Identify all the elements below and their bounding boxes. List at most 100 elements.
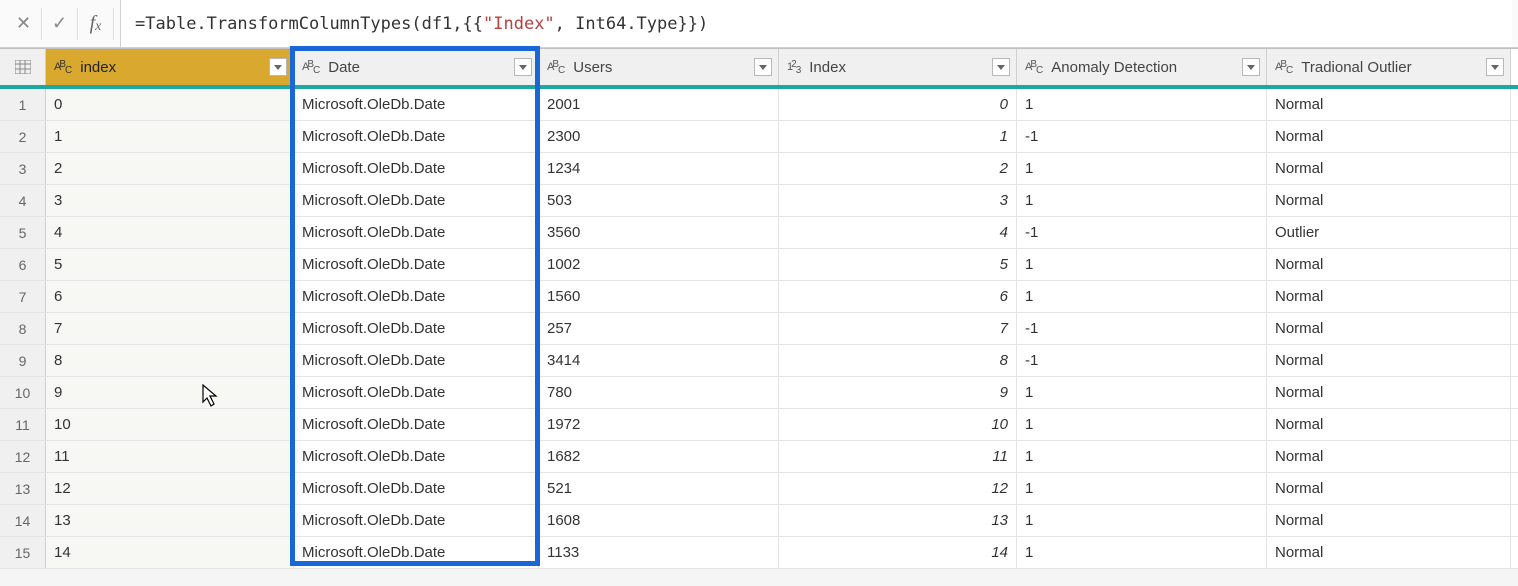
cell-users[interactable]: 1002 [539,249,779,280]
cell-date[interactable]: Microsoft.OleDb.Date [294,505,539,536]
table-row[interactable]: 10Microsoft.OleDb.Date200101Normal [0,89,1518,121]
row-number[interactable]: 11 [0,409,46,440]
column-header-anomaly[interactable]: B Anomaly Detection [1017,49,1267,85]
cell-date[interactable]: Microsoft.OleDb.Date [294,537,539,568]
cell-anomaly[interactable]: -1 [1017,345,1267,376]
cell-index[interactable]: 14 [46,537,294,568]
cell-anomaly[interactable]: 1 [1017,89,1267,120]
table-row[interactable]: 109Microsoft.OleDb.Date78091Normal [0,377,1518,409]
table-row[interactable]: 87Microsoft.OleDb.Date2577-1Normal [0,313,1518,345]
cell-idx[interactable]: 0 [779,89,1017,120]
cell-index[interactable]: 0 [46,89,294,120]
cell-index[interactable]: 9 [46,377,294,408]
cell-date[interactable]: Microsoft.OleDb.Date [294,409,539,440]
column-header-index-int[interactable]: 2 Index [779,49,1017,85]
cell-users[interactable]: 521 [539,473,779,504]
row-number[interactable]: 9 [0,345,46,376]
cell-idx[interactable]: 10 [779,409,1017,440]
cell-outlier[interactable]: Normal [1267,153,1511,184]
cell-idx[interactable]: 6 [779,281,1017,312]
cell-users[interactable]: 1972 [539,409,779,440]
cell-anomaly[interactable]: 1 [1017,281,1267,312]
select-all-corner[interactable] [0,49,46,85]
cell-idx[interactable]: 3 [779,185,1017,216]
cell-outlier[interactable]: Normal [1267,377,1511,408]
cell-users[interactable]: 1682 [539,441,779,472]
cell-idx[interactable]: 14 [779,537,1017,568]
row-number[interactable]: 2 [0,121,46,152]
cell-users[interactable]: 3414 [539,345,779,376]
cell-anomaly[interactable]: 1 [1017,473,1267,504]
cell-date[interactable]: Microsoft.OleDb.Date [294,185,539,216]
cell-anomaly[interactable]: 1 [1017,249,1267,280]
cell-index[interactable]: 4 [46,217,294,248]
cell-outlier[interactable]: Normal [1267,89,1511,120]
cell-index[interactable]: 2 [46,153,294,184]
cell-anomaly[interactable]: 1 [1017,537,1267,568]
row-number[interactable]: 14 [0,505,46,536]
table-row[interactable]: 1211Microsoft.OleDb.Date1682111Normal [0,441,1518,473]
table-row[interactable]: 54Microsoft.OleDb.Date35604-1Outlier [0,217,1518,249]
cell-outlier[interactable]: Normal [1267,473,1511,504]
cell-date[interactable]: Microsoft.OleDb.Date [294,313,539,344]
filter-button[interactable] [992,58,1010,76]
cell-anomaly[interactable]: -1 [1017,217,1267,248]
cell-index[interactable]: 13 [46,505,294,536]
cell-outlier[interactable]: Normal [1267,313,1511,344]
cell-users[interactable]: 3560 [539,217,779,248]
row-number[interactable]: 12 [0,441,46,472]
table-row[interactable]: 1413Microsoft.OleDb.Date1608131Normal [0,505,1518,537]
table-row[interactable]: 21Microsoft.OleDb.Date23001-1Normal [0,121,1518,153]
cell-anomaly[interactable]: 1 [1017,377,1267,408]
filter-button[interactable] [754,58,772,76]
cell-idx[interactable]: 11 [779,441,1017,472]
cell-outlier[interactable]: Normal [1267,505,1511,536]
cell-outlier[interactable]: Normal [1267,249,1511,280]
row-number[interactable]: 15 [0,537,46,568]
cell-idx[interactable]: 12 [779,473,1017,504]
table-row[interactable]: 98Microsoft.OleDb.Date34148-1Normal [0,345,1518,377]
cell-anomaly[interactable]: -1 [1017,121,1267,152]
column-header-users[interactable]: B Users [539,49,779,85]
cell-date[interactable]: Microsoft.OleDb.Date [294,121,539,152]
cell-anomaly[interactable]: 1 [1017,153,1267,184]
cell-date[interactable]: Microsoft.OleDb.Date [294,153,539,184]
column-header-date[interactable]: B Date [294,49,539,85]
row-number[interactable]: 1 [0,89,46,120]
cell-date[interactable]: Microsoft.OleDb.Date [294,377,539,408]
table-row[interactable]: 43Microsoft.OleDb.Date50331Normal [0,185,1518,217]
cell-date[interactable]: Microsoft.OleDb.Date [294,249,539,280]
cell-outlier[interactable]: Normal [1267,281,1511,312]
cell-anomaly[interactable]: 1 [1017,409,1267,440]
cell-date[interactable]: Microsoft.OleDb.Date [294,217,539,248]
row-number[interactable]: 5 [0,217,46,248]
cell-users[interactable]: 1234 [539,153,779,184]
row-number[interactable]: 13 [0,473,46,504]
cell-outlier[interactable]: Normal [1267,441,1511,472]
cell-index[interactable]: 6 [46,281,294,312]
cell-users[interactable]: 780 [539,377,779,408]
cell-idx[interactable]: 9 [779,377,1017,408]
cell-index[interactable]: 12 [46,473,294,504]
cell-idx[interactable]: 13 [779,505,1017,536]
cell-date[interactable]: Microsoft.OleDb.Date [294,441,539,472]
cell-index[interactable]: 7 [46,313,294,344]
filter-button[interactable] [514,58,532,76]
accept-formula-button[interactable]: ✓ [42,8,78,40]
cell-idx[interactable]: 1 [779,121,1017,152]
cell-outlier[interactable]: Outlier [1267,217,1511,248]
cell-outlier[interactable]: Normal [1267,345,1511,376]
table-row[interactable]: 65Microsoft.OleDb.Date100251Normal [0,249,1518,281]
cell-anomaly[interactable]: 1 [1017,441,1267,472]
table-row[interactable]: 1110Microsoft.OleDb.Date1972101Normal [0,409,1518,441]
cell-idx[interactable]: 2 [779,153,1017,184]
cell-idx[interactable]: 5 [779,249,1017,280]
cell-users[interactable]: 1560 [539,281,779,312]
cell-date[interactable]: Microsoft.OleDb.Date [294,473,539,504]
row-number[interactable]: 8 [0,313,46,344]
table-row[interactable]: 76Microsoft.OleDb.Date156061Normal [0,281,1518,313]
formula-input[interactable]: = Table.TransformColumnTypes (df1,{{ "In… [120,0,1512,47]
table-row[interactable]: 32Microsoft.OleDb.Date123421Normal [0,153,1518,185]
cell-date[interactable]: Microsoft.OleDb.Date [294,89,539,120]
cell-date[interactable]: Microsoft.OleDb.Date [294,345,539,376]
